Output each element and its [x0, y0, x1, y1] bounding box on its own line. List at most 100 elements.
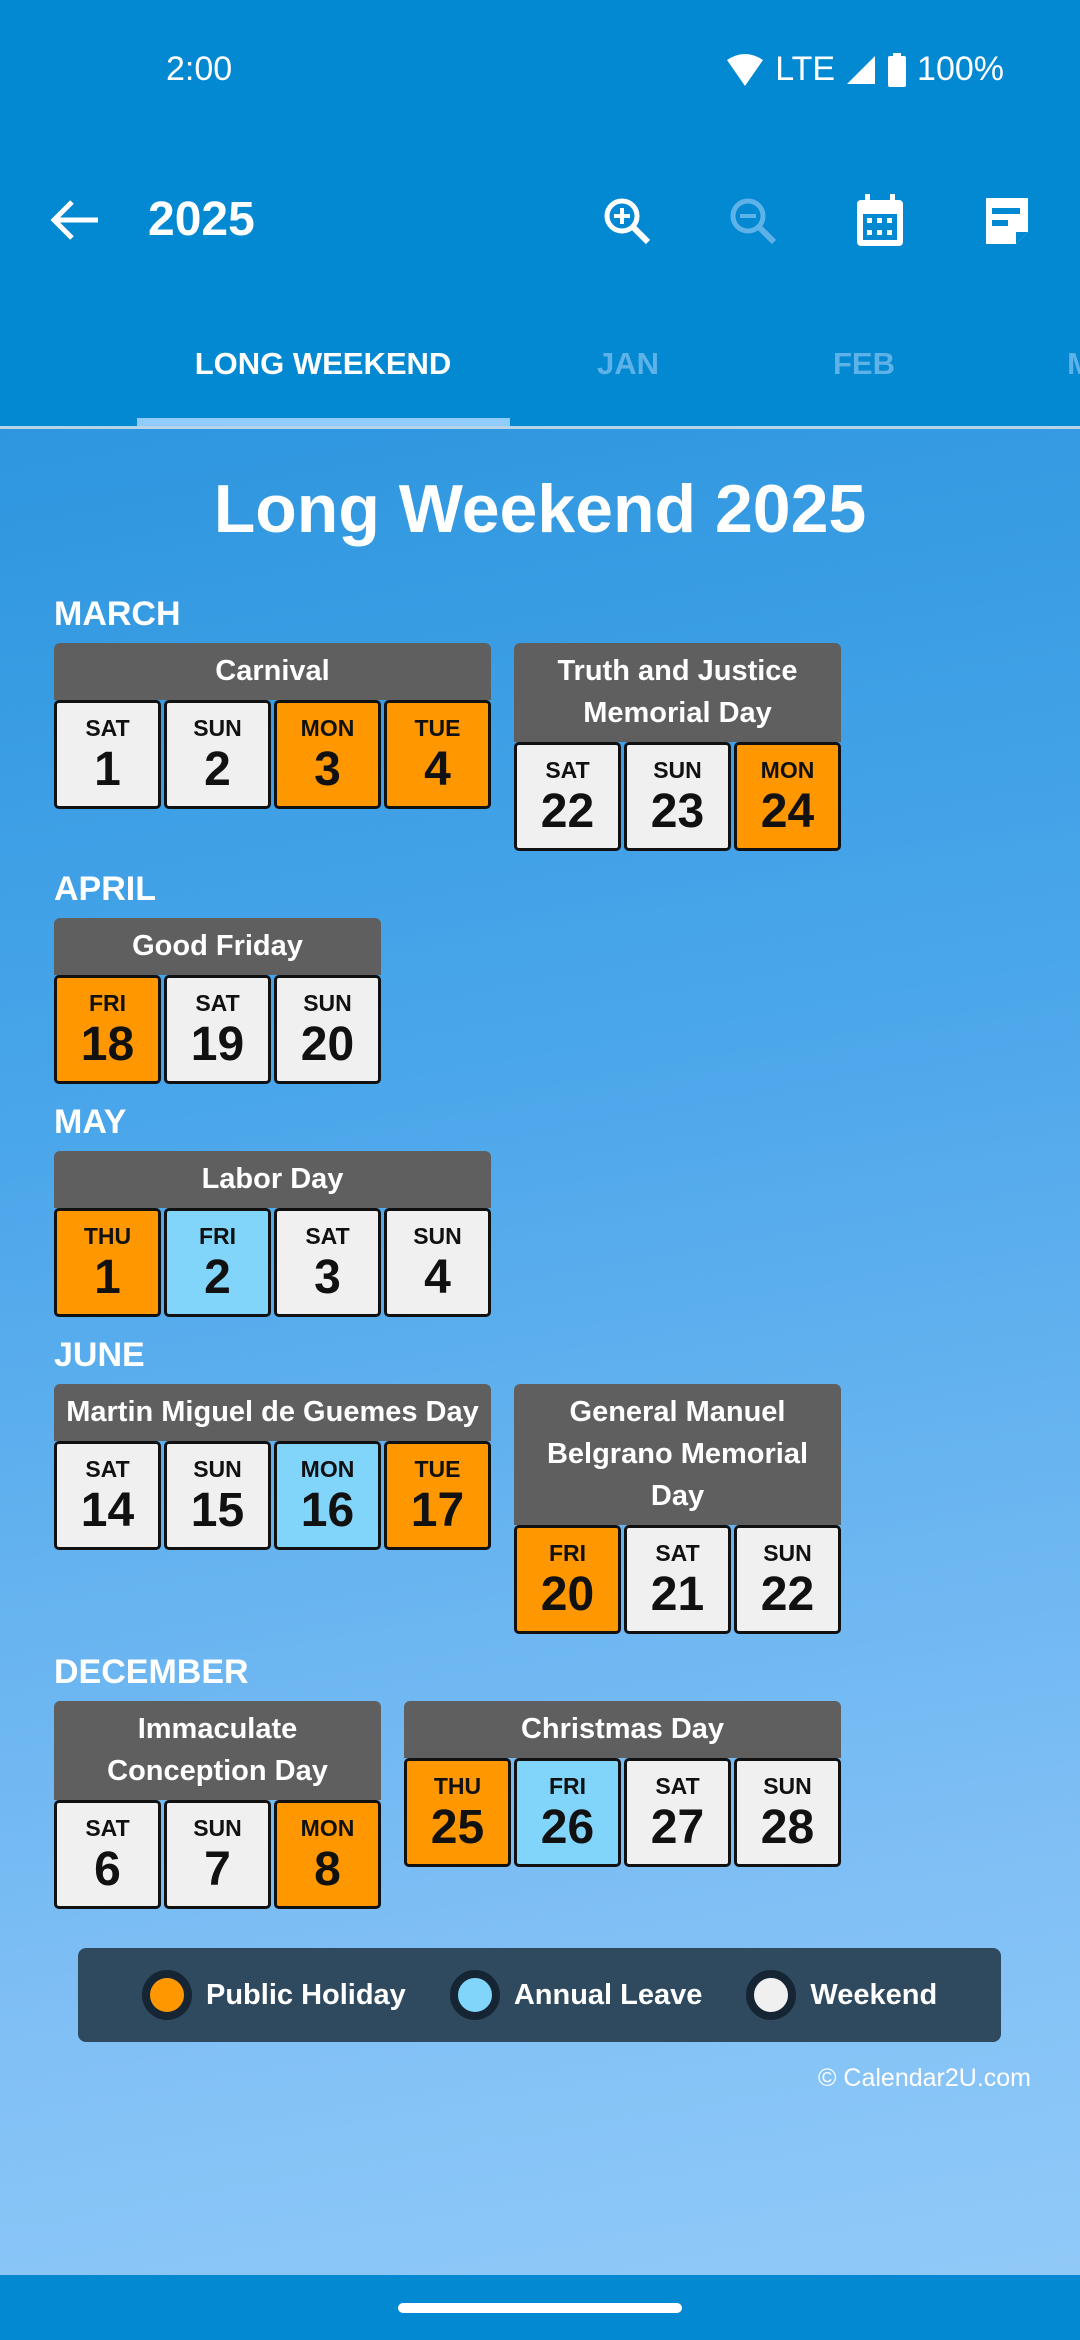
- note-icon[interactable]: [980, 194, 1034, 248]
- day-cell-weekend[interactable]: SAT 14: [54, 1441, 161, 1550]
- day-cell-holiday[interactable]: TUE 4: [384, 700, 491, 809]
- battery-level: 100%: [917, 50, 1004, 88]
- holiday-card[interactable]: Good Friday FRI 18 SAT 19 SUN 20: [54, 918, 381, 1084]
- legend-dot-icon: [142, 1970, 192, 2020]
- tab-jan[interactable]: JAN: [597, 346, 659, 382]
- day-name: SUN: [193, 715, 242, 741]
- tab-long-weekend[interactable]: LONG WEEKEND: [195, 346, 452, 382]
- zoom-in-icon[interactable]: [600, 194, 654, 248]
- day-cell-weekend[interactable]: SAT 21: [624, 1525, 731, 1634]
- day-cell-weekend[interactable]: SAT 1: [54, 700, 161, 809]
- system-nav-bar: [0, 2275, 1080, 2340]
- day-number: 25: [430, 1801, 485, 1854]
- legend-item-holiday: Public Holiday: [142, 1970, 406, 2020]
- holiday-cards: Martin Miguel de Guemes Day SAT 14 SUN 15 MON…: [54, 1384, 1054, 1634]
- day-number: 4: [424, 1251, 451, 1304]
- month-section: APRIL Good Friday FRI 18 SAT 19 SUN 20: [54, 871, 1054, 1084]
- holiday-card[interactable]: Christmas Day THU 25 FRI 26 SAT 27 SUN 28: [404, 1701, 841, 1867]
- month-label: MAY: [54, 1103, 127, 1141]
- day-number: 1: [94, 1251, 121, 1304]
- day-name: SUN: [413, 1223, 462, 1249]
- holiday-name: Christmas Day: [404, 1701, 841, 1758]
- day-number: 4: [424, 743, 451, 796]
- tab-feb[interactable]: FEB: [833, 346, 895, 382]
- legend-dot-icon: [746, 1970, 797, 2020]
- status-time: 2:00: [166, 50, 233, 88]
- month-label: JUNE: [54, 1336, 145, 1374]
- day-name: SUN: [303, 990, 352, 1016]
- holiday-card[interactable]: General Manuel Belgrano Memorial Day FRI 2…: [514, 1384, 841, 1634]
- toolbar: 2025: [0, 180, 1080, 260]
- day-name: MON: [760, 757, 815, 783]
- holiday-name: Immaculate Conception Day: [54, 1701, 381, 1800]
- status-bar: 2:00 LTE 100%: [0, 46, 1080, 94]
- wifi-icon: [727, 53, 764, 86]
- day-cell-leave[interactable]: MON 16: [274, 1441, 381, 1550]
- day-cell-weekend[interactable]: SUN 28: [734, 1758, 841, 1867]
- day-cell-holiday[interactable]: FRI 20: [514, 1525, 621, 1634]
- calendar-icon[interactable]: [853, 194, 907, 248]
- month-section: MARCH Carnival SAT 1 SUN 2 MON 3 TUE 4 Truth and J…: [54, 596, 1054, 851]
- day-number: 28: [760, 1801, 815, 1854]
- day-number: 22: [760, 1568, 815, 1621]
- legend-dot-icon: [449, 1970, 500, 2020]
- day-cell-weekend[interactable]: SAT 22: [514, 742, 621, 851]
- day-cell-leave[interactable]: FRI 2: [164, 1208, 271, 1317]
- day-cell-holiday[interactable]: MON 8: [274, 1800, 381, 1909]
- month-label: MARCH: [54, 595, 181, 633]
- holiday-cards: Immaculate Conception Day SAT 6 SUN 7 MON 8 Chr…: [54, 1701, 1054, 1909]
- day-cell-weekend[interactable]: SUN 7: [164, 1800, 271, 1909]
- legend-item-leave: Annual Leave: [449, 1970, 702, 2020]
- holiday-card[interactable]: Truth and Justice Memorial Day SAT 22 SUN 23…: [514, 643, 841, 851]
- holiday-name: Carnival: [54, 643, 491, 700]
- month-section: JUNE Martin Miguel de Guemes Day SAT 14 SUN 1…: [54, 1337, 1054, 1634]
- day-row: THU 25 FRI 26 SAT 27 SUN 28: [404, 1758, 841, 1867]
- day-cell-weekend[interactable]: SUN 22: [734, 1525, 841, 1634]
- day-cell-holiday[interactable]: FRI 18: [54, 975, 161, 1084]
- day-number: 3: [314, 743, 341, 796]
- day-number: 8: [314, 1843, 341, 1896]
- day-number: 22: [540, 785, 595, 838]
- day-cell-leave[interactable]: FRI 26: [514, 1758, 621, 1867]
- legend-label: Public Holiday: [206, 1978, 406, 2011]
- day-cell-weekend[interactable]: SAT 27: [624, 1758, 731, 1867]
- zoom-out-icon[interactable]: [726, 194, 780, 248]
- day-cell-holiday[interactable]: THU 25: [404, 1758, 511, 1867]
- day-number: 20: [540, 1568, 595, 1621]
- day-cell-weekend[interactable]: SUN 4: [384, 1208, 491, 1317]
- day-number: 26: [540, 1801, 595, 1854]
- day-name: FRI: [88, 990, 127, 1016]
- month-list: MARCH Carnival SAT 1 SUN 2 MON 3 TUE 4 Truth and J…: [54, 596, 1054, 1909]
- holiday-card[interactable]: Carnival SAT 1 SUN 2 MON 3 TUE 4: [54, 643, 491, 809]
- tab-bar: LONG WEEKEND JAN FEB M: [0, 340, 1080, 429]
- day-cell-holiday[interactable]: MON 24: [734, 742, 841, 851]
- home-handle[interactable]: [398, 2303, 682, 2313]
- day-number: 18: [80, 1018, 135, 1071]
- day-cell-weekend[interactable]: SAT 6: [54, 1800, 161, 1909]
- day-cell-weekend[interactable]: SUN 20: [274, 975, 381, 1084]
- day-cell-weekend[interactable]: SUN 2: [164, 700, 271, 809]
- tab-indicator: [137, 418, 510, 426]
- day-cell-holiday[interactable]: TUE 17: [384, 1441, 491, 1550]
- legend-label: Weekend: [810, 1978, 938, 2011]
- holiday-card[interactable]: Immaculate Conception Day SAT 6 SUN 7 MON 8: [54, 1701, 381, 1909]
- tab-mar[interactable]: M: [1067, 346, 1080, 382]
- month-label: DECEMBER: [54, 1653, 249, 1691]
- legend: Public Holiday Annual Leave Weekend: [78, 1948, 1001, 2042]
- day-number: 7: [204, 1843, 231, 1896]
- day-row: SAT 14 SUN 15 MON 16 TUE 17: [54, 1441, 491, 1550]
- day-name: SUN: [193, 1456, 242, 1482]
- day-cell-weekend[interactable]: SAT 3: [274, 1208, 381, 1317]
- day-name: SUN: [763, 1540, 812, 1566]
- holiday-card[interactable]: Labor Day THU 1 FRI 2 SAT 3 SUN 4: [54, 1151, 491, 1317]
- day-cell-holiday[interactable]: THU 1: [54, 1208, 161, 1317]
- holiday-card[interactable]: Martin Miguel de Guemes Day SAT 14 SUN 15 MON…: [54, 1384, 491, 1550]
- day-number: 15: [190, 1484, 245, 1537]
- back-arrow-icon[interactable]: [48, 196, 102, 244]
- month-label: APRIL: [54, 870, 156, 908]
- day-name: THU: [83, 1223, 132, 1249]
- day-cell-weekend[interactable]: SUN 23: [624, 742, 731, 851]
- day-cell-holiday[interactable]: MON 3: [274, 700, 381, 809]
- day-cell-weekend[interactable]: SUN 15: [164, 1441, 271, 1550]
- day-cell-weekend[interactable]: SAT 19: [164, 975, 271, 1084]
